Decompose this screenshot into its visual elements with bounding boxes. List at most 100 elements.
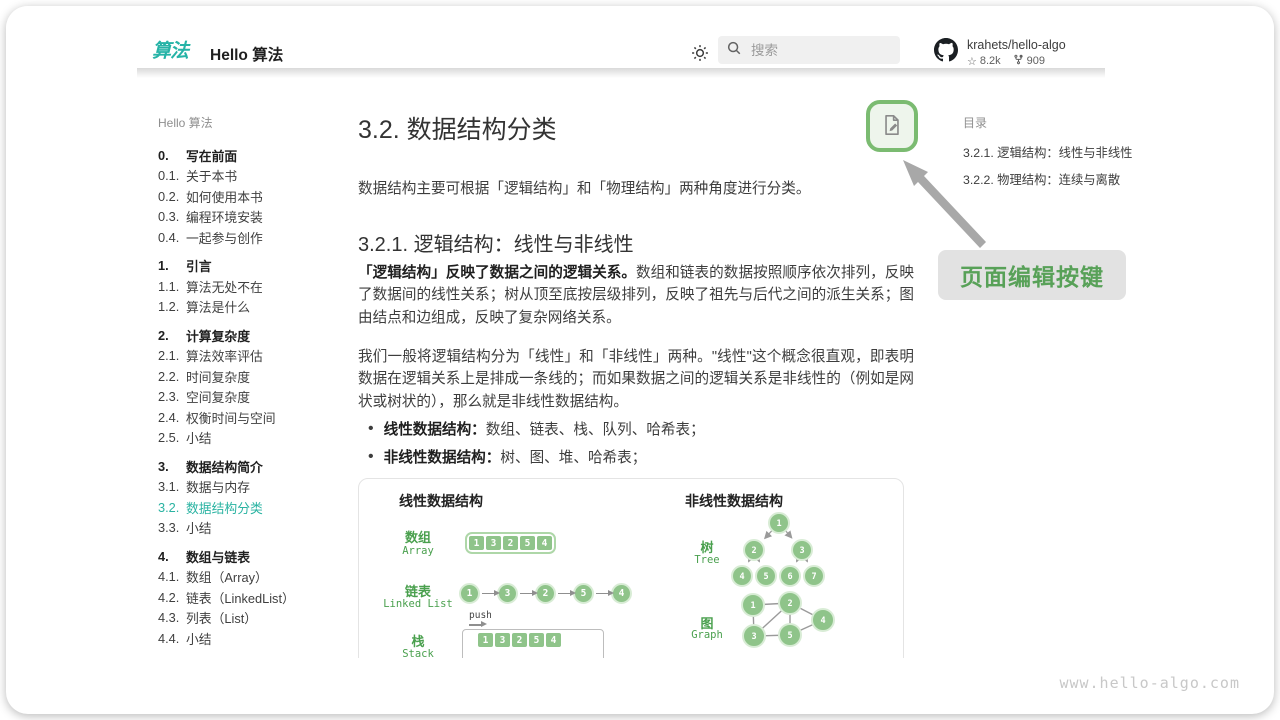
star-icon: ☆ <box>967 55 977 68</box>
sidebar-item[interactable]: 0.3.编程环境安装 <box>158 207 348 228</box>
toc-item[interactable]: 3.2.1. 逻辑结构：线性与非线性 <box>963 143 1123 161</box>
sidebar-item[interactable]: 1.1.算法无处不在 <box>158 276 348 297</box>
svg-text:1: 1 <box>776 519 781 529</box>
search-input[interactable] <box>749 42 883 59</box>
svg-text:6: 6 <box>787 572 792 582</box>
svg-text:3: 3 <box>799 546 804 556</box>
graph-node: 3 <box>743 625 765 647</box>
sidebar-item[interactable]: 2.5.小结 <box>158 428 348 449</box>
tree-node: 6 <box>780 566 800 586</box>
sidebar-item[interactable]: 0.2.如何使用本书 <box>158 186 348 207</box>
page-title: 3.2. 数据结构分类 <box>358 110 557 146</box>
sidebar-item[interactable]: 2.3.空间复杂度 <box>158 387 348 408</box>
sidebar-item[interactable]: 2.2.时间复杂度 <box>158 366 348 387</box>
sidebar-item[interactable]: 3.数据结构简介 <box>158 456 348 477</box>
sidebar-item[interactable]: 1.2.算法是什么 <box>158 297 348 318</box>
hello-algo-logo[interactable]: 算法 <box>152 36 188 63</box>
push-label: push <box>469 610 492 621</box>
svg-text:2: 2 <box>787 599 792 609</box>
toc-item[interactable]: 3.2.2. 物理结构：连续与离散 <box>963 170 1123 188</box>
array-cell: 4 <box>537 536 552 550</box>
bullet-text: 树、图、堆、哈希表； <box>500 446 646 467</box>
intro-paragraph: 数据结构主要可根据「逻辑结构」和「物理结构」两种角度进行分类。 <box>358 178 914 200</box>
svg-text:5: 5 <box>787 631 792 641</box>
toc: 目录 3.2.1. 逻辑结构：线性与非线性 3.2.2. 物理结构：连续与离散 <box>963 114 1123 197</box>
sidebar-item[interactable]: 2.计算复杂度 <box>158 325 348 346</box>
linear-nonlinear-paragraph: 我们一般将逻辑结构分为「线性」和「非线性」两种。"线性"这个概念很直观，即表明数… <box>358 346 914 413</box>
svg-text:1: 1 <box>750 601 755 611</box>
stack-cell: 1 <box>478 633 493 647</box>
linked-list-label-en: Linked List <box>365 598 471 610</box>
github-stats: ☆8.2k 909 <box>967 54 1066 68</box>
tree-node: 1 <box>769 513 789 533</box>
github-icon <box>934 38 958 67</box>
tree-edge <box>765 530 772 538</box>
svg-text:7: 7 <box>811 572 816 582</box>
sidebar-item[interactable]: 3.3.小结 <box>158 518 348 539</box>
stack-cell: 2 <box>512 633 527 647</box>
edit-page-button[interactable] <box>866 100 918 152</box>
tree-node: 3 <box>792 540 812 560</box>
sidebar-item[interactable]: 4.数组与链表 <box>158 546 348 567</box>
stack-diagram: 13254 <box>462 629 604 658</box>
tree-node: 5 <box>756 566 776 586</box>
sidebar-nav: 0.写在前面0.1.关于本书0.2.如何使用本书0.3.编程环境安装0.4.一起… <box>158 145 348 649</box>
array-cell: 1 <box>469 536 484 550</box>
sidebar-item[interactable]: 0.4.一起参与创作 <box>158 227 348 248</box>
bullet-nonlinear: • 非线性数据结构：树、图、堆、哈希表； <box>368 446 646 467</box>
sidebar-item[interactable]: 2.4.权衡时间与空间 <box>158 407 348 428</box>
linked-list-node: 4 <box>611 583 632 604</box>
search-box[interactable] <box>718 36 900 64</box>
star-count: 8.2k <box>980 55 1001 67</box>
sidebar: Hello 算法 0.写在前面0.1.关于本书0.2.如何使用本书0.3.编程环… <box>158 114 348 649</box>
sidebar-item[interactable]: 3.1.数据与内存 <box>158 477 348 498</box>
toc-list: 3.2.1. 逻辑结构：线性与非线性 3.2.2. 物理结构：连续与离散 <box>963 143 1123 188</box>
sidebar-item[interactable]: 2.1.算法效率评估 <box>158 346 348 367</box>
sidebar-item[interactable]: 4.2.链表（LinkedList） <box>158 587 348 608</box>
linked-list-arrow <box>482 593 495 595</box>
bullet-bold: 非线性数据结构： <box>384 446 501 467</box>
graph-node: 5 <box>779 624 801 646</box>
sidebar-item[interactable]: 0.1.关于本书 <box>158 166 348 187</box>
stack-cell: 5 <box>529 633 544 647</box>
sidebar-item[interactable]: 3.2.数据结构分类 <box>158 497 348 518</box>
fork-count: 909 <box>1027 55 1045 67</box>
linked-list-arrow <box>596 593 609 595</box>
array-label-zh: 数组 <box>365 527 471 546</box>
github-repo-link[interactable]: krahets/hello-algo ☆8.2k 909 <box>934 38 1066 68</box>
sidebar-header: Hello 算法 <box>158 114 348 131</box>
edit-page-icon <box>879 112 905 141</box>
stack-cell: 4 <box>546 633 561 647</box>
linked-list-node: 3 <box>497 583 518 604</box>
graph-node: 1 <box>742 594 764 616</box>
array-cell: 2 <box>503 536 518 550</box>
sidebar-item[interactable]: 4.1.数组（Array） <box>158 567 348 588</box>
tree-node: 2 <box>744 540 764 560</box>
bullet-dot: • <box>368 448 374 466</box>
graph-node: 2 <box>779 592 801 614</box>
data-structures-figure: 线性数据结构 非线性数据结构 数组 Array 13254 链表 Linked … <box>358 478 904 658</box>
header-shadow <box>137 68 1105 78</box>
linked-list-node: 5 <box>573 583 594 604</box>
array-diagram: 13254 <box>465 532 556 554</box>
site-title: Hello 算法 <box>210 43 283 65</box>
array-label-en: Array <box>365 545 471 557</box>
svg-text:3: 3 <box>751 632 756 642</box>
linked-list-diagram: 13254 <box>459 583 632 604</box>
tree-edge <box>785 531 791 538</box>
fork-icon <box>1013 54 1024 68</box>
bullet-linear: •线性数据结构：数组、链表、栈、队列、哈希表； <box>368 418 705 439</box>
sidebar-item[interactable]: 1.引言 <box>158 256 348 277</box>
search-icon <box>726 40 742 61</box>
graph-node: 4 <box>812 609 834 631</box>
paragraph-bold-lead: 「逻辑结构」反映了数据之间的逻辑关系。 <box>358 265 636 281</box>
bullet-dot: • <box>368 420 374 438</box>
linked-list-arrow <box>558 593 571 595</box>
sidebar-item[interactable]: 0.写在前面 <box>158 145 348 166</box>
toc-header: 目录 <box>963 114 1123 131</box>
github-repo-name: krahets/hello-algo <box>967 38 1066 52</box>
logical-structure-paragraph: 「逻辑结构」反映了数据之间的逻辑关系。数组和链表的数据按照顺序依次排列，反映了数… <box>358 262 914 329</box>
sidebar-item[interactable]: 4.4.小结 <box>158 628 348 649</box>
theme-toggle-icon[interactable] <box>690 43 710 63</box>
sidebar-item[interactable]: 4.3.列表（List） <box>158 608 348 629</box>
